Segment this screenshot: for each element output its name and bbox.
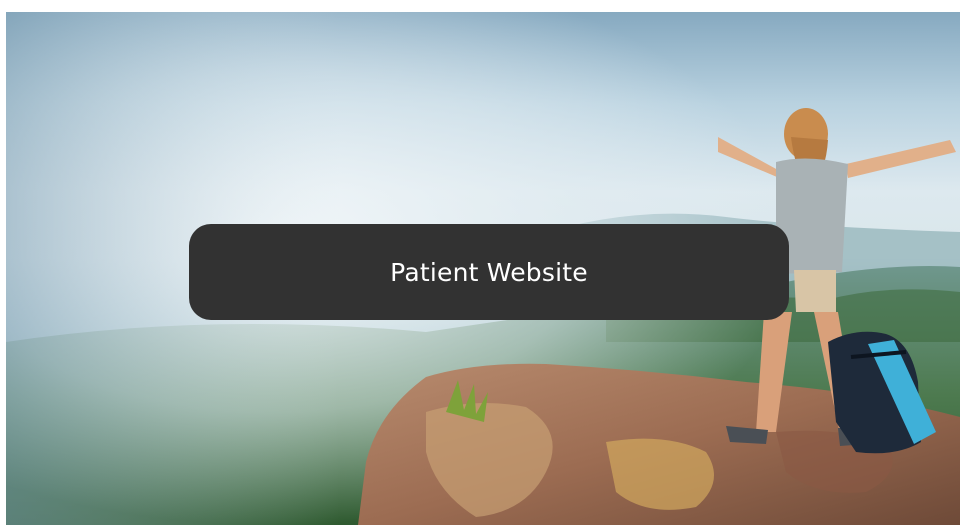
patient-website-button[interactable]: Patient Website <box>189 224 789 320</box>
patient-website-button-label: Patient Website <box>390 257 588 287</box>
page: Patient Website <box>0 0 960 525</box>
